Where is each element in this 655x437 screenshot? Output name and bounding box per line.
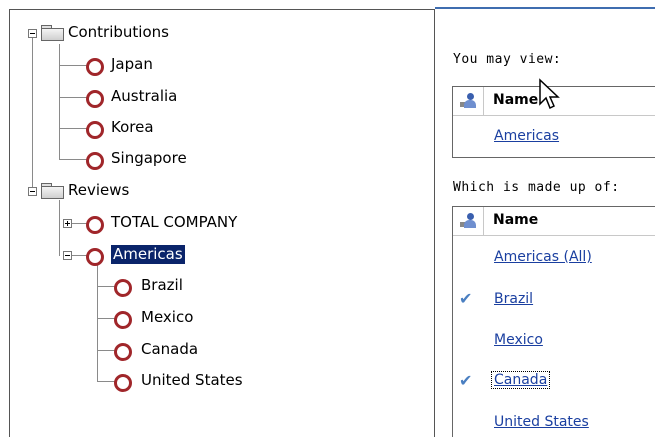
made-name-column-header[interactable]: Name xyxy=(493,212,538,228)
user-group-icon xyxy=(460,213,476,229)
tree-line xyxy=(97,350,115,351)
tree-line xyxy=(59,44,60,159)
tree-line xyxy=(59,65,87,66)
checkmark-icon: ✔ xyxy=(459,289,473,308)
tree-node-total-company[interactable]: TOTAL COMPANY xyxy=(111,213,237,232)
expand-toggle-total-company[interactable] xyxy=(63,219,72,228)
tree-line xyxy=(59,159,87,160)
tree-line xyxy=(59,97,87,98)
tree-line xyxy=(59,128,87,129)
ring-icon xyxy=(114,374,132,392)
ring-icon xyxy=(86,58,104,76)
tree-line xyxy=(97,318,115,319)
tree-line xyxy=(71,223,87,224)
tree-node-korea[interactable]: Korea xyxy=(111,118,154,137)
ring-icon xyxy=(114,279,132,297)
tree-node-contributions[interactable]: Contributions xyxy=(68,23,169,42)
tree-node-brazil[interactable]: Brazil xyxy=(141,276,183,295)
tree-node-canada[interactable]: Canada xyxy=(141,340,198,359)
top-accent-line xyxy=(435,7,655,9)
view-label: You may view: xyxy=(453,52,562,67)
folder-icon xyxy=(41,25,64,41)
tree-node-americas-selected[interactable]: Americas xyxy=(111,245,185,264)
made-link-americas-all[interactable]: Americas (All) xyxy=(494,249,592,265)
mouse-cursor-icon xyxy=(539,78,560,110)
tree-node-mexico[interactable]: Mexico xyxy=(141,308,193,327)
view-name-column-header[interactable]: Name xyxy=(493,92,538,108)
made-table-header: Name xyxy=(453,207,655,236)
view-link-americas[interactable]: Americas xyxy=(494,128,559,144)
made-link-mexico[interactable]: Mexico xyxy=(494,332,543,348)
checkmark-icon: ✔ xyxy=(459,371,473,390)
tree-line xyxy=(71,255,87,256)
tree-node-reviews[interactable]: Reviews xyxy=(68,181,129,200)
header-separator xyxy=(483,87,484,115)
tree-node-united-states[interactable]: United States xyxy=(141,371,243,390)
tree-line xyxy=(97,381,115,382)
user-group-icon xyxy=(460,93,476,109)
ring-icon xyxy=(86,216,104,234)
collapse-toggle-reviews[interactable] xyxy=(28,187,37,196)
tree-node-japan[interactable]: Japan xyxy=(111,55,153,74)
tree-line xyxy=(97,262,98,382)
tree-line xyxy=(97,286,115,287)
tree-line xyxy=(59,200,60,256)
ring-icon xyxy=(86,152,104,170)
made-up-of-label: Which is made up of: xyxy=(453,180,620,195)
made-link-brazil[interactable]: Brazil xyxy=(494,291,533,307)
header-separator xyxy=(483,207,484,235)
ring-icon xyxy=(86,90,104,108)
collapse-toggle-contributions[interactable] xyxy=(28,29,37,38)
made-link-canada-focused[interactable]: Canada xyxy=(490,371,551,389)
folder-icon xyxy=(41,183,64,199)
tree-node-australia[interactable]: Australia xyxy=(111,87,177,106)
tree-panel: Contributions Japan Australia Korea Sing… xyxy=(9,9,435,437)
made-link-united-states[interactable]: United States xyxy=(494,414,589,430)
tree-line xyxy=(32,38,33,192)
made-up-of-table: Name Americas (All) ✔ Brazil Mexico ✔ Ca… xyxy=(452,206,655,437)
ring-icon xyxy=(114,311,132,329)
ring-icon xyxy=(86,248,104,266)
tree-node-singapore[interactable]: Singapore xyxy=(111,149,187,168)
ring-icon xyxy=(86,121,104,139)
ring-icon xyxy=(114,343,132,361)
collapse-toggle-americas[interactable] xyxy=(63,251,72,260)
